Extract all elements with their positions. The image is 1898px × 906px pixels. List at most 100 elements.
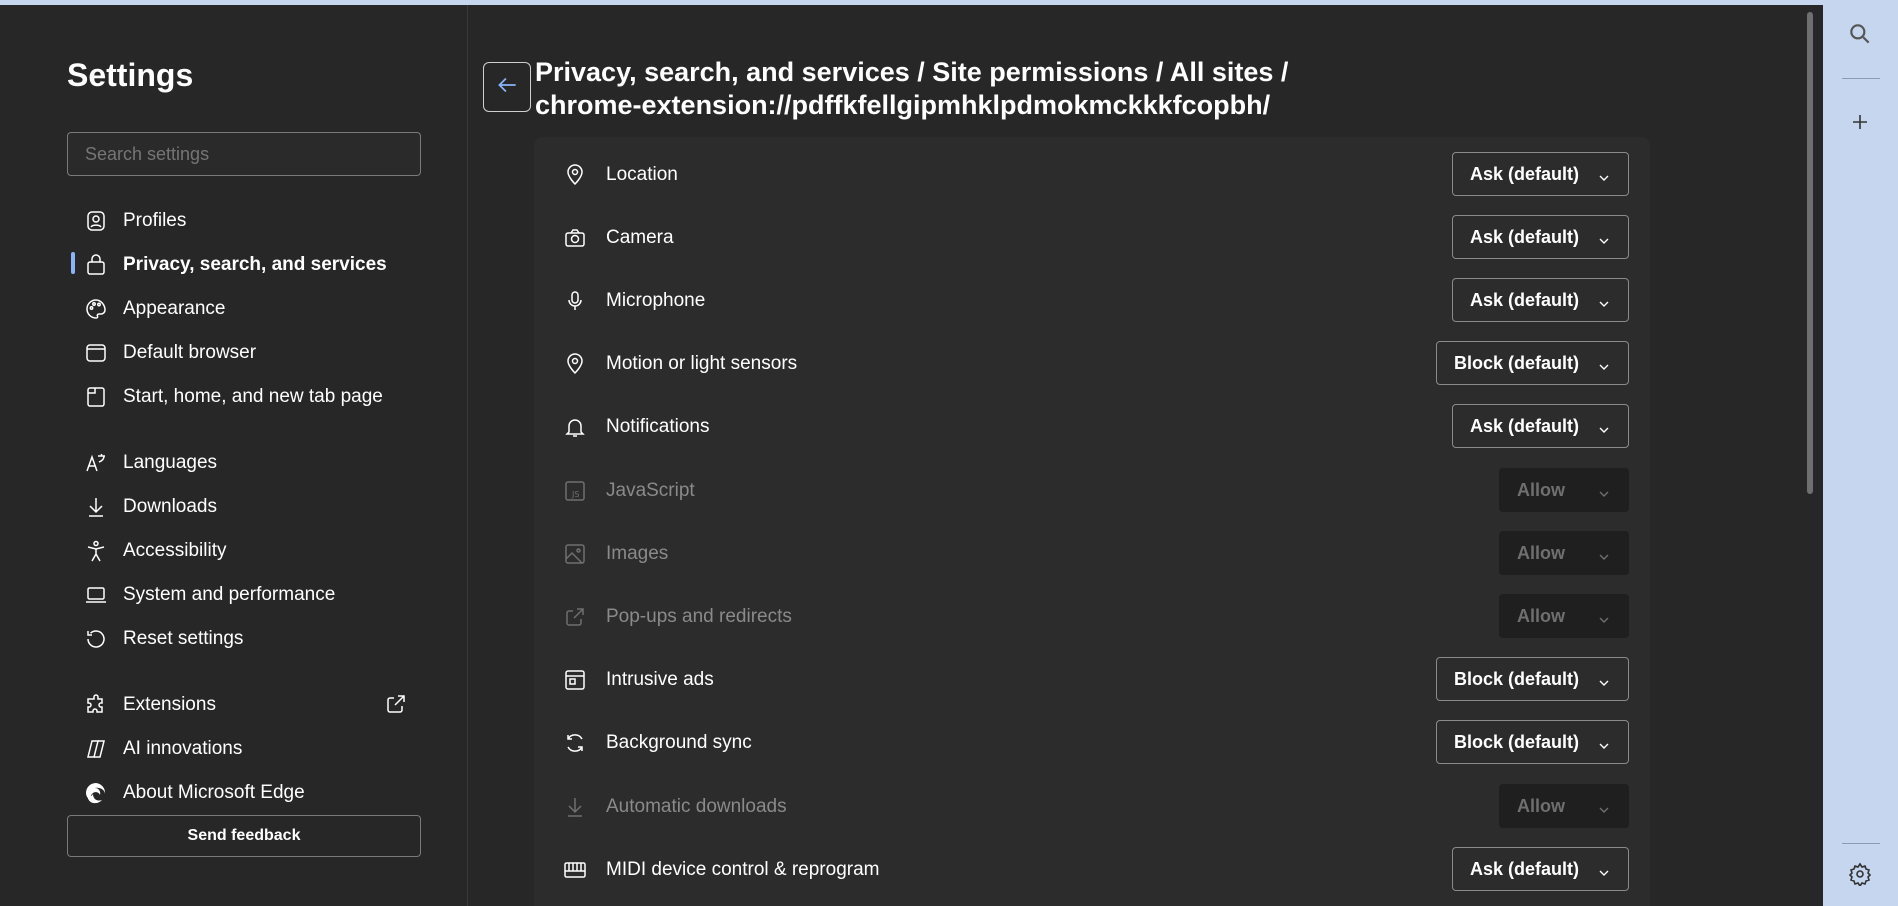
nav-label: Appearance — [123, 298, 226, 319]
nav-item-privacy[interactable]: Privacy, search, and services — [67, 245, 421, 285]
popup-icon — [561, 603, 589, 631]
nav-item-default-browser[interactable]: Default browser — [67, 333, 421, 373]
nav-item-reset[interactable]: Reset settings — [67, 619, 421, 659]
permission-label: MIDI device control & reprogram — [606, 858, 880, 880]
download-icon — [561, 793, 589, 821]
home-tab-icon — [83, 384, 109, 410]
nav-label: Reset settings — [123, 628, 244, 649]
images-dropdown[interactable]: Allow — [1499, 531, 1629, 575]
breadcrumb-site: chrome-extension://pdffkfellgipmhklpdmok… — [535, 90, 1271, 120]
laptop-icon — [83, 582, 109, 608]
permission-label: Notifications — [606, 415, 710, 437]
chevron-down-icon — [1598, 800, 1610, 813]
nav-item-ai-innovations[interactable]: AI innovations — [67, 729, 421, 769]
chevron-down-icon — [1598, 673, 1610, 686]
permission-row-popups: Pop-ups and redirects — [534, 585, 1650, 648]
nav-item-profiles[interactable]: Profiles — [67, 201, 421, 241]
languages-icon — [83, 450, 109, 476]
permission-label: Pop-ups and redirects — [606, 605, 792, 627]
dropdown-value: Allow — [1517, 605, 1565, 626]
back-button[interactable] — [483, 62, 531, 112]
microphone-icon — [561, 287, 589, 315]
sensors-dropdown[interactable]: Block (default) — [1436, 341, 1629, 385]
camera-dropdown[interactable]: Ask (default) — [1452, 215, 1629, 259]
send-feedback-button[interactable]: Send feedback — [67, 815, 421, 857]
nav-label: Extensions — [123, 694, 216, 715]
chevron-down-icon — [1598, 357, 1610, 370]
dropdown-value: Ask (default) — [1470, 226, 1580, 247]
dropdown-value: Block (default) — [1454, 668, 1580, 689]
lock-icon — [83, 252, 109, 278]
notifications-dropdown[interactable]: Ask (default) — [1452, 404, 1629, 448]
accessibility-icon — [83, 538, 109, 564]
nav-label: Profiles — [123, 210, 187, 231]
nav-item-start-home[interactable]: Start, home, and new tab page — [67, 377, 421, 417]
permission-label: JavaScript — [606, 479, 695, 501]
image-icon — [561, 540, 589, 568]
midi-dropdown[interactable]: Ask (default) — [1452, 847, 1629, 891]
svg-text:JS: JS — [571, 490, 579, 499]
nav-item-accessibility[interactable]: Accessibility — [67, 531, 421, 571]
ads-icon — [561, 666, 589, 694]
bell-icon — [561, 413, 589, 441]
chevron-down-icon — [1598, 294, 1610, 307]
download-icon — [83, 494, 109, 520]
permission-label: Automatic downloads — [606, 795, 787, 817]
rail-divider — [1842, 78, 1880, 79]
gear-icon[interactable] — [1843, 857, 1877, 891]
permission-label: Motion or light sensors — [606, 352, 798, 374]
chevron-down-icon — [1598, 610, 1610, 623]
nav-label: AI innovations — [123, 738, 243, 759]
nav-label: Default browser — [123, 342, 257, 363]
permission-label: Microphone — [606, 289, 706, 311]
permission-row-images: Images — [534, 522, 1650, 585]
add-icon[interactable] — [1843, 105, 1877, 139]
nav-label: Languages — [123, 452, 218, 473]
permission-label: Intrusive ads — [606, 668, 714, 690]
intrusive-ads-dropdown[interactable]: Block (default) — [1436, 657, 1629, 701]
nav-label: Privacy, search, and services — [123, 254, 387, 275]
nav-item-about[interactable]: About Microsoft Edge — [67, 773, 421, 813]
javascript-dropdown[interactable]: Allow — [1499, 468, 1629, 512]
breadcrumb: Privacy, search, and services / Site per… — [535, 56, 1288, 122]
automatic-downloads-dropdown[interactable]: Allow — [1499, 784, 1629, 828]
popups-dropdown[interactable]: Allow — [1499, 594, 1629, 638]
midi-icon — [561, 856, 589, 884]
nav-item-system[interactable]: System and performance — [67, 575, 421, 615]
dropdown-value: Block (default) — [1454, 731, 1580, 752]
nav-item-appearance[interactable]: Appearance — [67, 289, 421, 329]
edge-icon — [83, 780, 109, 806]
permission-label: Background sync — [606, 731, 752, 753]
microphone-dropdown[interactable]: Ask (default) — [1452, 278, 1629, 322]
nav-item-extensions[interactable]: Extensions — [67, 685, 421, 725]
dropdown-value: Allow — [1517, 479, 1565, 500]
camera-icon — [561, 224, 589, 252]
permission-label: Camera — [606, 226, 674, 248]
arrow-left-icon — [494, 72, 520, 103]
copilot-icon — [83, 736, 109, 762]
search-icon[interactable] — [1843, 17, 1877, 51]
permission-row-javascript: JS JavaScript — [534, 459, 1650, 522]
sync-icon — [561, 729, 589, 757]
rail-divider — [1842, 843, 1880, 844]
chevron-down-icon — [1598, 484, 1610, 497]
dropdown-value: Block (default) — [1454, 352, 1580, 373]
chevron-down-icon — [1598, 231, 1610, 244]
nav-item-downloads[interactable]: Downloads — [67, 487, 421, 527]
location-dropdown[interactable]: Ask (default) — [1452, 152, 1629, 196]
chevron-down-icon — [1598, 863, 1610, 876]
permission-label: Location — [606, 163, 678, 185]
search-settings-input[interactable] — [67, 132, 421, 176]
palette-icon — [83, 296, 109, 322]
open-external-icon[interactable] — [384, 692, 408, 716]
chevron-down-icon — [1598, 547, 1610, 560]
settings-title: Settings — [67, 57, 194, 93]
profile-icon — [83, 208, 109, 234]
nav-item-languages[interactable]: Languages — [67, 443, 421, 483]
scrollbar-thumb[interactable] — [1807, 12, 1813, 494]
background-sync-dropdown[interactable]: Block (default) — [1436, 720, 1629, 764]
puzzle-icon — [83, 692, 109, 718]
breadcrumb-path: Privacy, search, and services / Site per… — [535, 57, 1289, 87]
dropdown-value: Allow — [1517, 795, 1565, 816]
sensor-icon — [561, 350, 589, 378]
